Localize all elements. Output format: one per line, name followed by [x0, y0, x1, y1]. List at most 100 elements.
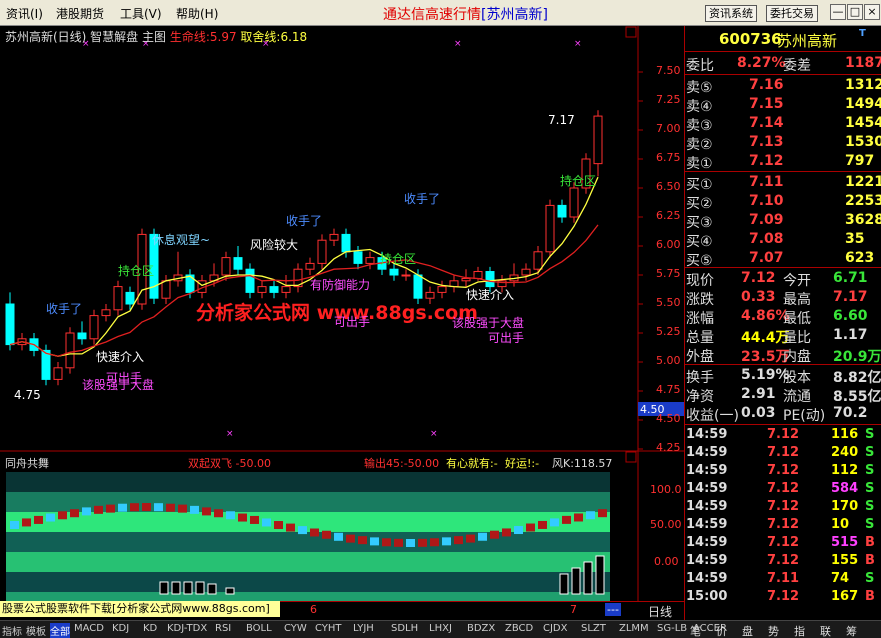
chart-annotation: 持仓区 [380, 252, 417, 266]
bid-row[interactable]: 买① 7.11 1221 [685, 172, 881, 193]
panel-tab[interactable]: 笔 [690, 623, 701, 638]
trade-button[interactable]: 委托交易 [766, 5, 818, 22]
panel-tab[interactable]: 指 [794, 623, 805, 638]
indicator-tab[interactable]: LYJH [353, 623, 374, 634]
stock-name: 苏州高新 [777, 32, 838, 50]
tick-price: 7.12 [767, 427, 800, 442]
indicator-tab[interactable]: RSI [215, 623, 231, 634]
indicator-bar [226, 511, 235, 520]
indicator-tab[interactable]: CYW [284, 623, 307, 634]
ask-row[interactable]: 卖④ 7.15 1494 [685, 94, 881, 115]
stat-row: 涨跌 0.33 最高 7.17 [685, 287, 881, 308]
tick-side: S [865, 571, 875, 586]
level-price: 7.10 [749, 193, 784, 209]
bid-row[interactable]: 买③ 7.09 3628 [685, 210, 881, 231]
indicator-bar [250, 515, 259, 524]
indicator-tab[interactable]: 模板 [26, 623, 46, 638]
signal-bar [195, 581, 205, 595]
indicator-bar [178, 504, 187, 513]
candle-body [245, 268, 255, 293]
candle-body [533, 251, 543, 270]
indicator-tab[interactable]: KD [143, 623, 157, 634]
indicator-line1: 双起双飞 -50.00 [188, 457, 271, 470]
indicator-bar [262, 518, 271, 527]
info-system-button[interactable]: 资讯系统 [705, 5, 757, 22]
tick-volume: 112 [831, 463, 859, 478]
indicator-bar [526, 523, 535, 532]
candle-body [353, 251, 363, 264]
candle-body [593, 115, 603, 165]
signal-bar [159, 581, 169, 595]
indicator-bar [382, 538, 391, 547]
price-axis-label: 5.00 [656, 354, 681, 367]
indicator-bar [202, 507, 211, 516]
panel-tab[interactable]: 联 [820, 623, 831, 638]
indicator-tab[interactable]: SDLH [391, 623, 418, 634]
indicator-tab[interactable]: 指标 [2, 623, 22, 638]
candle-body [569, 187, 579, 218]
minimize-button[interactable]: — [830, 4, 846, 20]
close-button[interactable]: × [864, 4, 880, 20]
tick-price: 7.11 [767, 571, 800, 586]
indicator-band [6, 592, 610, 601]
tick-price: 7.12 [767, 589, 800, 604]
bid-row[interactable]: 买② 7.10 2253 [685, 191, 881, 212]
app-title-text: 通达信高速行情 [383, 7, 481, 23]
indicator-tab[interactable]: BDZX [467, 623, 495, 634]
ask-row[interactable]: 卖② 7.13 1530 [685, 132, 881, 153]
indicator-bar [466, 534, 475, 543]
chart-annotation: 收手了 [404, 192, 441, 206]
price-axis-label: 6.00 [656, 238, 681, 251]
maximize-button[interactable]: □ [847, 4, 863, 20]
bid-row[interactable]: 买⑤ 7.07 623 [685, 248, 881, 269]
menu-tools[interactable]: 工具(V) [120, 5, 162, 22]
trading-app: 资讯(I) 港股期货 工具(V) 帮助(H) 通达信高速行情[苏州高新] 资讯系… [0, 0, 881, 638]
cycle-label[interactable]: 日线 [648, 603, 672, 620]
panel-tab[interactable]: 势 [768, 623, 779, 638]
ind-axis-50: 50.00 [650, 518, 682, 531]
indicator-tab[interactable]: MACD [74, 623, 104, 634]
candle-body [437, 286, 447, 293]
stat-value: 6.71 [833, 270, 868, 286]
candle-body [341, 233, 351, 253]
chart-annotation: 快速介入 [466, 288, 515, 302]
stat-label: PE(动) [783, 408, 826, 424]
menu-info[interactable]: 资讯(I) [6, 5, 43, 22]
bid-row[interactable]: 买④ 7.08 35 [685, 229, 881, 250]
signal-bar [183, 581, 193, 595]
indicator-bar [10, 521, 19, 529]
indicator-tab[interactable]: LHXJ [429, 623, 452, 634]
indicator-tab[interactable]: KDJ-TDX [167, 623, 207, 634]
indicator-tab[interactable]: ZLMM [619, 623, 649, 634]
indicator-tab[interactable]: SLZT [581, 623, 606, 634]
chart-annotation: 收手了 [286, 214, 323, 228]
time-bar: 6 7 --- 日线 [280, 601, 684, 620]
ask-row[interactable]: 卖③ 7.14 1454 [685, 113, 881, 134]
panel-tab[interactable]: 盘 [742, 623, 753, 638]
ask-row[interactable]: 卖① 7.12 797 [685, 151, 881, 172]
indicator-tab[interactable]: SG-LB [657, 623, 687, 634]
ad-banner[interactable]: 股票公式股票软件下载[分析家公式网www.88gs.com] [0, 601, 280, 617]
panel-tab[interactable]: 价 [716, 623, 727, 638]
level-price: 7.15 [749, 96, 784, 112]
chart-annotation: 风险较大 [250, 238, 299, 252]
candle-body [233, 257, 243, 270]
price-axis-label: 4.75 [656, 383, 681, 396]
chart-annotation: 休息观望~ [152, 233, 211, 247]
tick-time: 14:59 [686, 481, 728, 496]
menu-hk-futures[interactable]: 港股期货 [56, 5, 104, 22]
chart-annotation: 4.75 [14, 388, 41, 402]
indicator-tab[interactable]: CJDX [543, 623, 567, 634]
indicator-tab[interactable]: BOLL [246, 623, 272, 634]
level-volume: 1454 [845, 115, 881, 131]
menu-help[interactable]: 帮助(H) [176, 5, 218, 22]
indicator-tab[interactable]: CYHT [315, 623, 342, 634]
level-label: 卖① [686, 156, 713, 172]
ask-row[interactable]: 卖⑤ 7.16 1312 [685, 75, 881, 96]
indicator-tab[interactable]: KDJ [112, 623, 129, 634]
panel-tab[interactable]: 筹 [846, 623, 857, 638]
tick-row: 14:59 7.12 170 S [685, 498, 881, 516]
stat-label: 收益(一) [686, 408, 739, 424]
indicator-tab[interactable]: 全部 [50, 623, 70, 638]
indicator-tab[interactable]: ZBCD [505, 623, 533, 634]
